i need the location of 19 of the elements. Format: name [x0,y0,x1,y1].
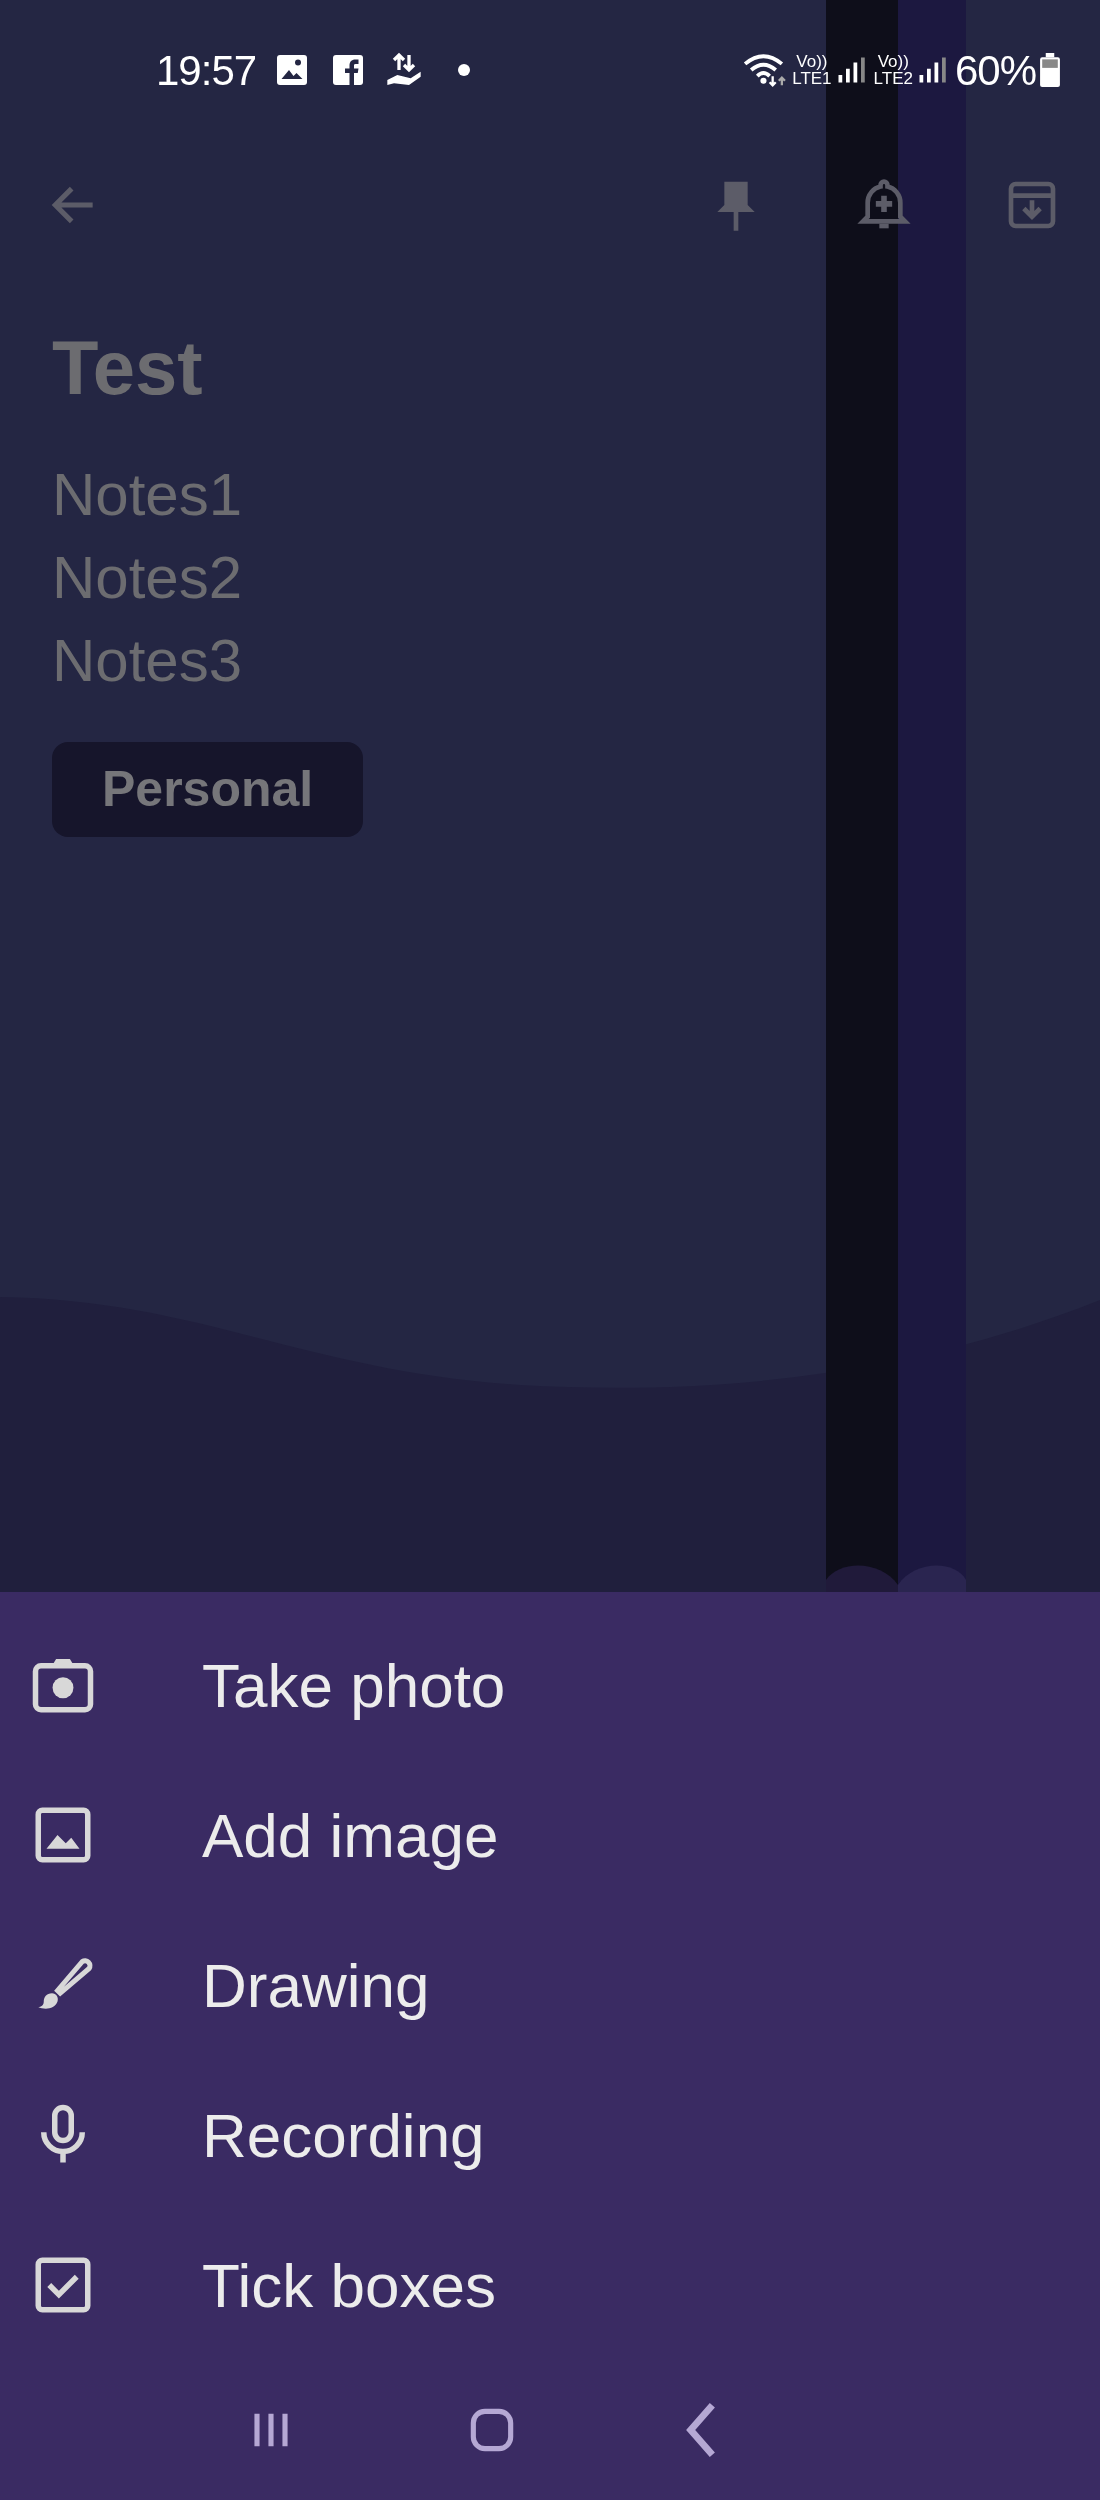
menu-item[interactable]: Drawing [0,1910,1100,2060]
label-chip[interactable]: Personal [52,742,364,838]
menu-item[interactable]: Recording [0,2060,1100,2210]
battery-icon [1040,53,1060,87]
volte-label: Vo)) [795,53,829,70]
volte-label: Vo)) [876,53,910,70]
lte-label: LTE1 [792,70,832,87]
clock-time: 19:57 [156,45,257,96]
back-icon [686,2402,718,2458]
battery-percent: 60% [954,45,1036,96]
menu-item[interactable]: Tick boxes [0,2210,1100,2360]
note-text-line: Notes3 [52,626,244,697]
back-button[interactable] [686,2402,718,2458]
menu-item[interactable]: Take photo [0,1610,1100,1760]
lte-label: LTE2 [873,70,913,87]
menu-item[interactable]: Add image [0,1760,1100,1910]
note-text-line: Notes2 [52,543,244,614]
note-text-line: Notes1 [52,460,244,531]
dot-icon [458,64,471,76]
